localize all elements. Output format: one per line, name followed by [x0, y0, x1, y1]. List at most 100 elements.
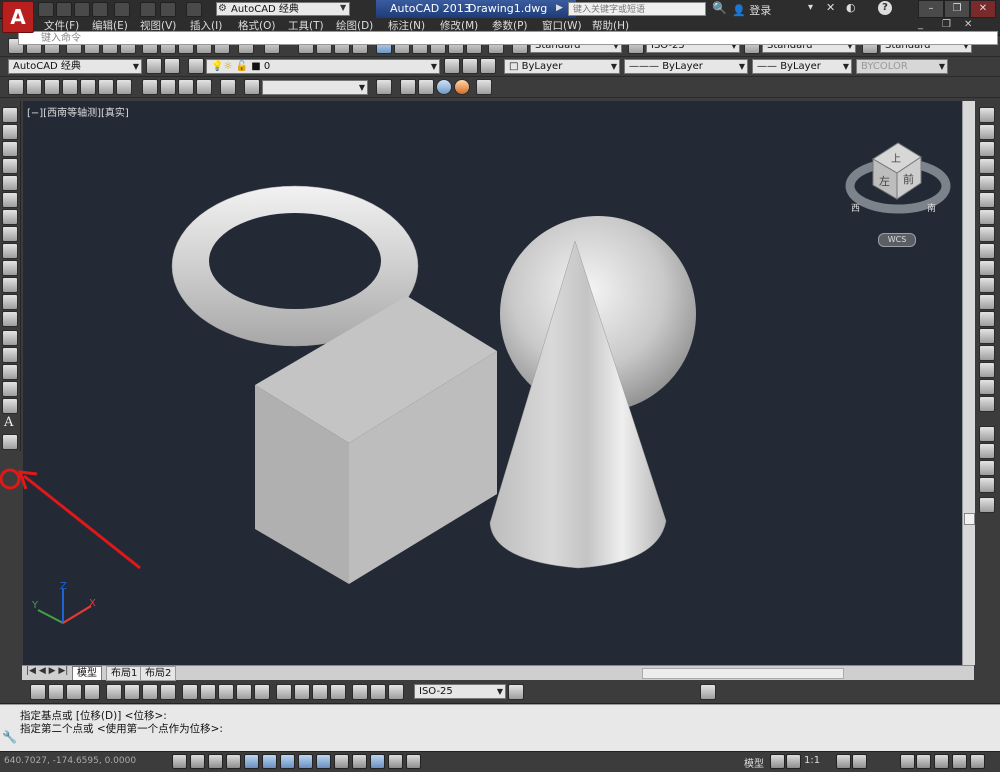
- layer-dropdown[interactable]: 💡☼ 🔓 ■ 0 ▼: [206, 59, 440, 74]
- restore-button[interactable]: ❐: [944, 0, 970, 18]
- object-snap-tracking-toggle[interactable]: [298, 754, 313, 769]
- horizontal-scrollbar[interactable]: [642, 668, 844, 679]
- view-sw-iso-icon[interactable]: [116, 79, 132, 95]
- save-icon[interactable]: [74, 2, 90, 17]
- annotation-visibility-icon[interactable]: [836, 754, 851, 769]
- camera-icon[interactable]: [220, 79, 236, 95]
- view-nw-iso-icon[interactable]: [178, 79, 194, 95]
- binoculars-icon[interactable]: 🔍: [712, 1, 727, 15]
- hidden-style-icon[interactable]: [476, 79, 492, 95]
- doc-close-button[interactable]: ✕: [964, 19, 972, 30]
- polyline-icon[interactable]: [2, 141, 18, 157]
- app-menu-button[interactable]: A: [2, 1, 34, 33]
- annotation-scale-dropdown[interactable]: 1:1: [804, 755, 820, 766]
- erase-icon[interactable]: [979, 107, 995, 123]
- object-snap-toggle[interactable]: [262, 754, 277, 769]
- undo-icon[interactable]: [160, 2, 176, 17]
- array-icon[interactable]: [979, 175, 995, 191]
- center-mark-icon[interactable]: [294, 684, 310, 700]
- break-icon[interactable]: [979, 311, 995, 327]
- ellipse-arc-icon[interactable]: [2, 277, 18, 293]
- point-icon[interactable]: [2, 330, 18, 346]
- circle-icon[interactable]: [2, 209, 18, 225]
- minimize-button[interactable]: –: [918, 0, 944, 18]
- mirror-icon[interactable]: [979, 141, 995, 157]
- publish-icon[interactable]: [114, 2, 130, 17]
- angular-dim-icon[interactable]: [160, 684, 176, 700]
- dim-style-manager-icon[interactable]: [508, 684, 524, 700]
- realistic-style-icon[interactable]: [436, 79, 452, 95]
- doc-minimize-button[interactable]: _: [918, 19, 923, 30]
- quick-dim-icon[interactable]: [182, 684, 198, 700]
- layer-properties-icon[interactable]: [188, 58, 204, 74]
- bring-above-icon[interactable]: [979, 477, 995, 493]
- offset-icon[interactable]: [979, 158, 995, 174]
- layer-states-icon[interactable]: [480, 58, 496, 74]
- lock-ui-icon[interactable]: [916, 754, 931, 769]
- named-views-icon[interactable]: [244, 79, 260, 95]
- clean-screen-icon[interactable]: [970, 754, 985, 769]
- send-under-icon[interactable]: [979, 497, 995, 513]
- help-button[interactable]: ?: [878, 1, 892, 15]
- ortho-mode-toggle[interactable]: [226, 754, 241, 769]
- multileader-icon[interactable]: [700, 684, 716, 700]
- aligned-dim-icon[interactable]: [48, 684, 64, 700]
- view-back-icon[interactable]: [98, 79, 114, 95]
- selection-cycling-toggle[interactable]: [406, 754, 421, 769]
- rectangle-icon[interactable]: [2, 175, 18, 191]
- snap-mode-toggle[interactable]: [190, 754, 205, 769]
- spline-icon[interactable]: [2, 243, 18, 259]
- color-dropdown[interactable]: □ ByLayer ▼: [504, 59, 620, 74]
- rotate-icon[interactable]: [979, 209, 995, 225]
- diameter-dim-icon[interactable]: [142, 684, 158, 700]
- wireframe-2d-icon[interactable]: [400, 79, 416, 95]
- exchange-icon[interactable]: ✕: [826, 1, 835, 14]
- wcs-menu[interactable]: WCS: [878, 233, 916, 247]
- linear-dim-icon[interactable]: [30, 684, 46, 700]
- scroll-thumb[interactable]: [964, 513, 975, 525]
- workspace-settings-icon[interactable]: [146, 58, 162, 74]
- vertical-scrollbar[interactable]: [962, 101, 975, 665]
- break-at-point-icon[interactable]: [979, 294, 995, 310]
- jogged-dim-icon[interactable]: [124, 684, 140, 700]
- hardware-acceleration-icon[interactable]: [952, 754, 967, 769]
- dynamic-ucs-toggle[interactable]: [316, 754, 331, 769]
- visual-styles-manager-icon[interactable]: [376, 79, 392, 95]
- lineweight-toggle[interactable]: [352, 754, 367, 769]
- revision-cloud-icon[interactable]: [2, 226, 18, 242]
- quick-view-layouts-icon[interactable]: [770, 754, 785, 769]
- ellipse-icon[interactable]: [2, 260, 18, 276]
- customize-icon[interactable]: [164, 58, 180, 74]
- view-se-iso-icon[interactable]: [142, 79, 158, 95]
- copy-object-icon[interactable]: [979, 124, 995, 140]
- new-icon[interactable]: [38, 2, 54, 17]
- bring-to-front-icon[interactable]: [979, 443, 995, 459]
- grid-display-toggle[interactable]: [208, 754, 223, 769]
- workspace-switching-icon[interactable]: [900, 754, 915, 769]
- open-icon[interactable]: [56, 2, 72, 17]
- multiline-text-icon[interactable]: A: [4, 415, 13, 430]
- dim-break-icon[interactable]: [254, 684, 270, 700]
- continue-dim-icon[interactable]: [218, 684, 234, 700]
- tab-layout1[interactable]: 布局1: [106, 666, 143, 681]
- login-button[interactable]: 👤 登录: [732, 2, 771, 18]
- ordinate-dim-icon[interactable]: [84, 684, 100, 700]
- workspace-dropdown[interactable]: AutoCAD 经典: [216, 2, 350, 16]
- scale-icon[interactable]: [979, 226, 995, 242]
- view-front-icon[interactable]: [80, 79, 96, 95]
- join-icon[interactable]: [979, 328, 995, 344]
- workspace-dropdown[interactable]: AutoCAD 经典 ▼: [8, 59, 142, 74]
- save-as-icon[interactable]: [92, 2, 108, 17]
- lineweight-dropdown[interactable]: —— ByLayer ▼: [752, 59, 852, 74]
- close-button[interactable]: ✕: [970, 0, 996, 18]
- hatch-icon[interactable]: [2, 347, 18, 363]
- infer-constraints-toggle[interactable]: [172, 754, 187, 769]
- send-to-back-icon[interactable]: [979, 460, 995, 476]
- dynamic-input-toggle[interactable]: [334, 754, 349, 769]
- arc-length-dim-icon[interactable]: [66, 684, 82, 700]
- radius-dim-icon[interactable]: [106, 684, 122, 700]
- conceptual-style-icon[interactable]: [454, 79, 470, 95]
- polygon-icon[interactable]: [2, 158, 18, 174]
- line-icon[interactable]: [2, 107, 18, 123]
- transparency-toggle[interactable]: [370, 754, 385, 769]
